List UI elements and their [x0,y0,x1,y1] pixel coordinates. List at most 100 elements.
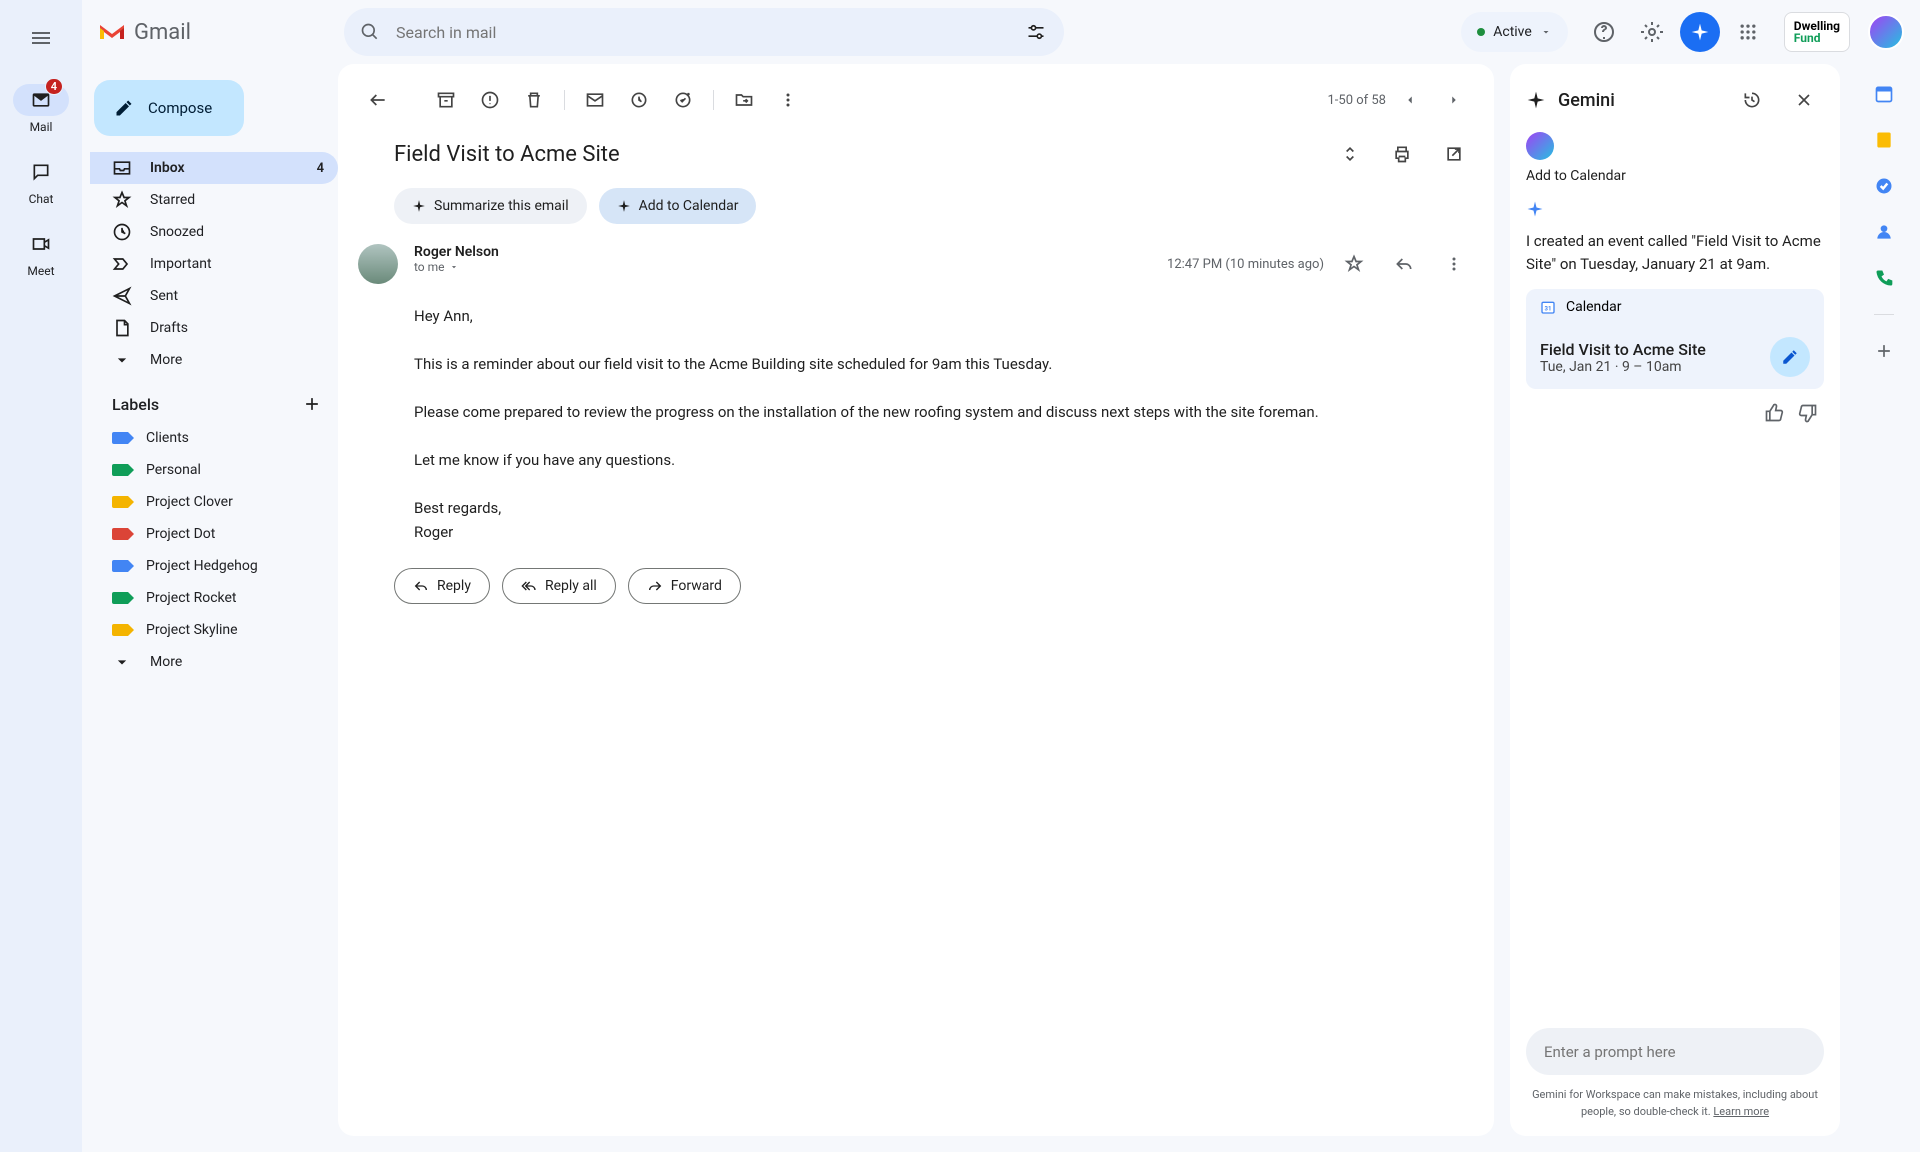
label-color-icon [112,496,128,508]
add-task-button[interactable] [663,80,703,120]
learn-more-link[interactable]: Learn more [1713,1105,1769,1118]
label-name: Clients [146,430,189,446]
gemini-spark-icon [1690,22,1710,42]
plus-icon [302,394,322,414]
gemini-history-button[interactable] [1732,80,1772,120]
message-more-button[interactable] [1434,244,1474,284]
tune-icon [1026,22,1046,42]
edit-event-button[interactable] [1770,337,1810,377]
print-button[interactable] [1382,134,1422,174]
addon-voice[interactable] [1874,268,1894,288]
pager-next[interactable] [1434,80,1474,120]
draft-icon [112,318,132,338]
logo[interactable]: Gmail [98,20,336,45]
addon-tasks[interactable] [1874,176,1894,196]
reply-icon [1394,254,1414,274]
open-new-window-button[interactable] [1434,134,1474,174]
forward-label: Forward [671,578,722,594]
organization-chip[interactable]: Dwelling Fund [1784,12,1850,52]
gemini-prompt-field[interactable] [1526,1028,1824,1075]
nav-sent-label: Sent [150,288,178,304]
mark-unread-button[interactable] [575,80,615,120]
email-timestamp: 12:47 PM (10 minutes ago) [1167,257,1324,272]
thumbs-up-button[interactable] [1764,403,1784,423]
back-button[interactable] [358,80,398,120]
rail-chat[interactable]: Chat [13,156,69,206]
addon-get-addons[interactable] [1874,341,1894,361]
nav-snoozed-label: Snoozed [150,224,204,240]
spam-button[interactable] [470,80,510,120]
addon-keep[interactable] [1874,130,1894,150]
reply-all-button[interactable]: Reply all [502,568,616,604]
label-color-icon [112,464,128,476]
archive-button[interactable] [426,80,466,120]
rail-mail[interactable]: 4 Mail [13,84,69,134]
label-color-icon [112,624,128,636]
add-to-calendar-chip[interactable]: Add to Calendar [599,188,757,224]
email-body: Hey Ann, This is a reminder about our fi… [338,288,1494,564]
reply-button[interactable]: Reply [394,568,490,604]
reply-label: Reply [437,578,471,594]
expand-icon [1340,144,1360,164]
important-icon [112,254,132,274]
snooze-button[interactable] [619,80,659,120]
delete-button[interactable] [514,80,554,120]
move-to-button[interactable] [724,80,764,120]
add-label-button[interactable] [302,394,322,414]
search-bar[interactable] [344,8,1064,56]
label-name: Project Dot [146,526,215,542]
star-message-button[interactable] [1334,244,1374,284]
rail-meet-label: Meet [27,264,54,278]
gmail-logo-icon [98,21,126,43]
label-item[interactable]: Project Hedgehog [90,550,338,582]
pager-prev[interactable] [1390,80,1430,120]
star-icon [112,190,132,210]
label-item[interactable]: Project Clover [90,486,338,518]
settings-button[interactable] [1632,12,1672,52]
calendar-source-chip[interactable]: 31 Calendar [1526,289,1824,325]
calendar-label: Calendar [1566,299,1622,315]
meet-icon [31,234,51,254]
thumbs-down-button[interactable] [1798,403,1818,423]
addon-contacts[interactable] [1874,222,1894,242]
sender-avatar[interactable] [358,244,398,284]
rail-meet[interactable]: Meet [13,228,69,278]
label-item[interactable]: Project Dot [90,518,338,550]
expand-button[interactable] [1330,134,1370,174]
search-input[interactable] [396,23,1000,42]
label-item[interactable]: Clients [90,422,338,454]
main-menu-button[interactable] [17,14,65,62]
more-actions-button[interactable] [768,80,808,120]
nav-snoozed[interactable]: Snoozed [90,216,338,248]
nav-important[interactable]: Important [90,248,338,280]
nav-important-label: Important [150,256,212,272]
label-item[interactable]: Personal [90,454,338,486]
summarize-chip[interactable]: Summarize this email [394,188,587,224]
event-card[interactable]: Field Visit to Acme Site Tue, Jan 21 · 9… [1526,325,1824,389]
gemini-prompt-input[interactable] [1544,1043,1806,1061]
nav-drafts[interactable]: Drafts [90,312,338,344]
nav-more[interactable]: More [90,344,338,376]
addon-calendar[interactable] [1874,84,1894,104]
nav-inbox[interactable]: Inbox 4 [90,152,338,184]
email-subject: Field Visit to Acme Site [394,142,1318,167]
gemini-close-button[interactable] [1784,80,1824,120]
support-button[interactable] [1584,12,1624,52]
account-avatar[interactable] [1868,14,1904,50]
label-item[interactable]: Project Skyline [90,614,338,646]
gemini-button[interactable] [1680,12,1720,52]
nav-sent[interactable]: Sent [90,280,338,312]
spark-icon [617,199,631,213]
apps-button[interactable] [1728,12,1768,52]
compose-button[interactable]: Compose [94,80,244,136]
labels-more[interactable]: More [90,646,338,678]
nav-starred[interactable]: Starred [90,184,338,216]
gemini-spark-icon [1526,90,1546,110]
recipient-line[interactable]: to me [414,260,1151,274]
forward-button[interactable]: Forward [628,568,741,604]
search-options-button[interactable] [1016,12,1056,52]
reply-icon-button[interactable] [1384,244,1424,284]
status-chip[interactable]: Active [1461,12,1568,52]
label-item[interactable]: Project Rocket [90,582,338,614]
reply-all-icon [521,578,537,594]
